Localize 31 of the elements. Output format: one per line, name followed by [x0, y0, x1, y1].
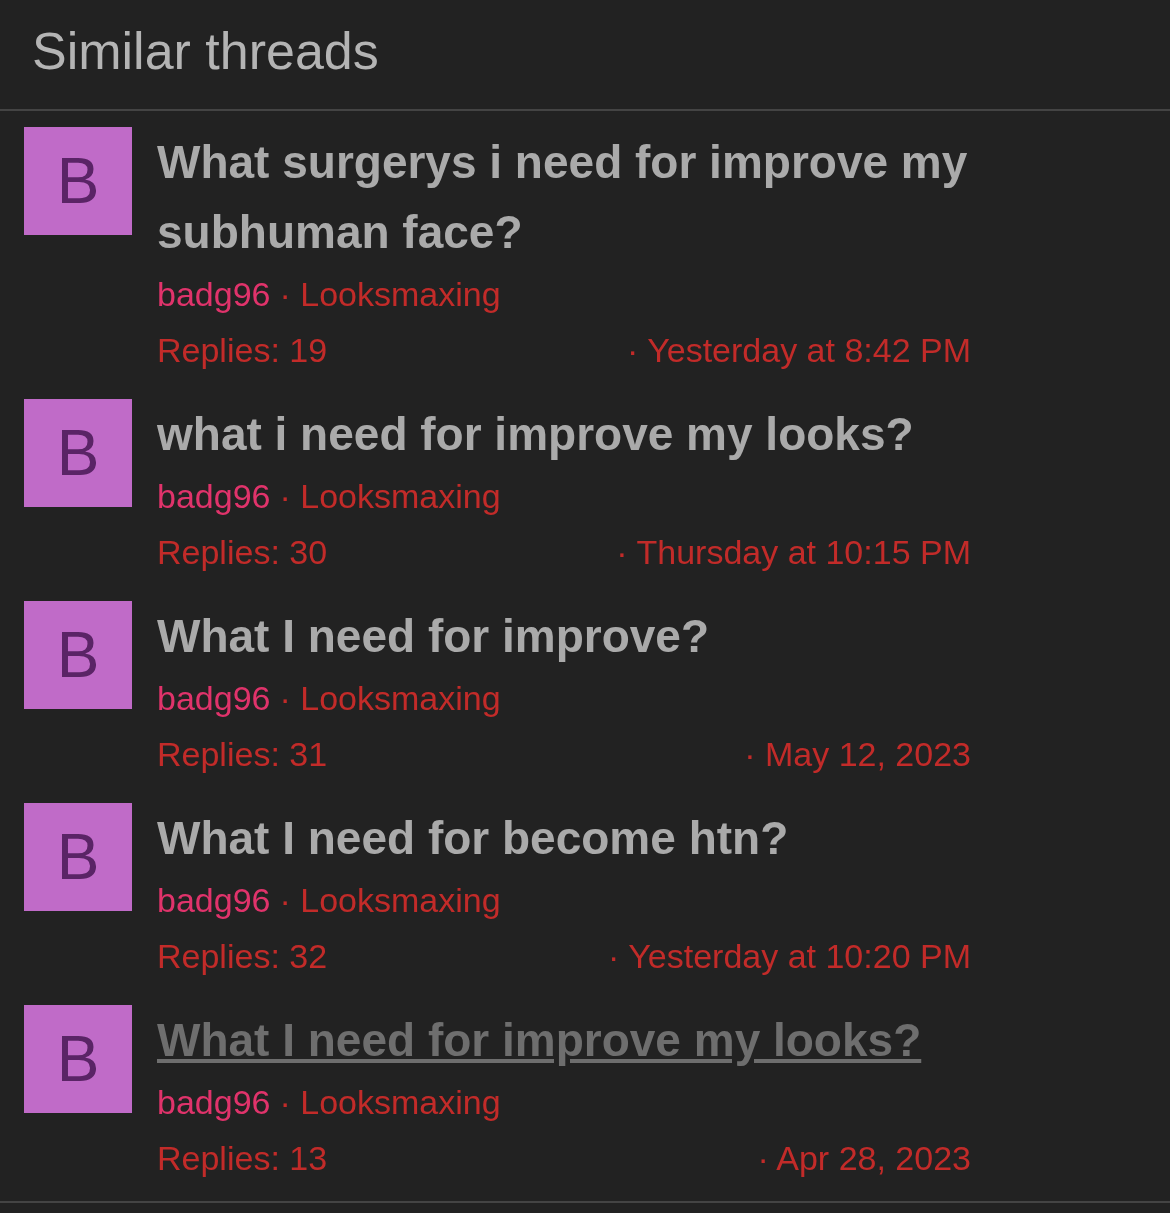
forum-link[interactable]: · Looksmaxing: [279, 267, 501, 321]
thread-title-link[interactable]: What I need for improve?: [157, 601, 710, 671]
author-link[interactable]: badg96: [157, 873, 271, 927]
avatar[interactable]: B: [24, 803, 132, 911]
post-date: · Yesterday at 8:42 PM: [627, 330, 971, 371]
forum-link[interactable]: · Looksmaxing: [279, 671, 501, 725]
thread-title-link[interactable]: what i need for improve my looks?: [157, 399, 914, 469]
forum-link[interactable]: · Looksmaxing: [279, 873, 501, 927]
avatar[interactable]: B: [24, 399, 132, 507]
section-title: Similar threads: [32, 20, 379, 81]
forum-link[interactable]: · Looksmaxing: [279, 1075, 501, 1129]
thread-title-link[interactable]: What surgerys i need for improve my subhuman face?: [157, 127, 1117, 267]
author-link[interactable]: badg96: [157, 1075, 271, 1129]
post-date: · Thursday at 10:15 PM: [616, 532, 971, 573]
thread-title-link[interactable]: What I need for improve my looks?: [157, 1005, 922, 1075]
author-link[interactable]: badg96: [157, 671, 271, 725]
post-date: · May 12, 2023: [744, 734, 971, 775]
reply-count: Replies: 31: [157, 734, 328, 775]
author-link[interactable]: badg96: [157, 267, 271, 321]
avatar[interactable]: B: [24, 127, 132, 235]
thread-title-link[interactable]: What I need for become htn?: [157, 803, 789, 873]
reply-count: Replies: 30: [157, 532, 328, 573]
forum-link[interactable]: · Looksmaxing: [279, 469, 501, 523]
post-date: · Apr 28, 2023: [757, 1138, 971, 1179]
reply-count: Replies: 13: [157, 1138, 328, 1179]
author-link[interactable]: badg96: [157, 469, 271, 523]
reply-count: Replies: 32: [157, 936, 328, 977]
avatar[interactable]: B: [24, 601, 132, 709]
avatar[interactable]: B: [24, 1005, 132, 1113]
reply-count: Replies: 19: [157, 330, 328, 371]
post-date: · Yesterday at 10:20 PM: [608, 936, 971, 977]
